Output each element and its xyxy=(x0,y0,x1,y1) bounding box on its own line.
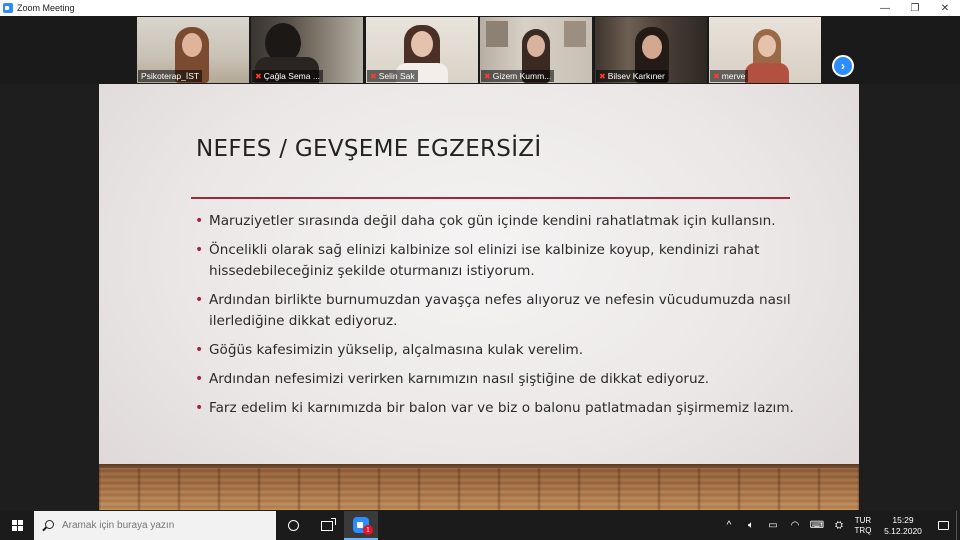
windows-logo-icon xyxy=(11,520,23,531)
participant-shirt xyxy=(745,63,789,83)
bullet-icon: • xyxy=(195,242,204,258)
task-view-button[interactable] xyxy=(310,511,344,540)
search-icon xyxy=(42,519,54,532)
slide-bullet: • Maruziyetler sırasında değil daha çok g… xyxy=(195,211,795,232)
participant-name-label: ✖ Çağla Sema ... xyxy=(252,70,323,82)
keyboard-layout-code: TRQ xyxy=(854,525,872,535)
participant-tile[interactable]: ✖ Bilsev Karkıner xyxy=(595,17,707,83)
bullet-icon: • xyxy=(195,213,204,229)
slide-bullet-list: • Maruziyetler sırasında değil daha çok g… xyxy=(195,211,795,427)
taskbar-search[interactable] xyxy=(34,511,276,540)
window-title-bar: Zoom Meeting — ❐ ✕ xyxy=(0,0,960,16)
participant-name-label: ✖ Bilsev Karkıner xyxy=(596,70,668,82)
mic-muted-icon: ✖ xyxy=(713,71,720,81)
keyboard-icon[interactable]: ⌨︎ xyxy=(806,511,828,540)
system-tray: ^ 🔈︎ ▭ ◠ ⌨︎ ⛭︎ TUR TRQ 15:29 5.12.2020 xyxy=(718,511,960,540)
participant-name-label: Psikoterap_İST xyxy=(138,70,203,82)
slide-bullet: • Göğüs kafesimizin yükselip, alçalmasına… xyxy=(195,340,795,361)
participant-name-label: ✖ Selin Sak xyxy=(367,70,418,82)
participant-tile[interactable]: ✖ Gizem Kumm... xyxy=(480,17,592,83)
window-controls: — ❐ ✕ xyxy=(870,0,960,16)
chevron-up-icon: ^ xyxy=(726,520,732,531)
taskbar-search-input[interactable] xyxy=(62,520,262,531)
slide-bullet: • Ardından nefesimizi verirken karnımızın… xyxy=(195,369,795,390)
slide-title: NEFES / GEVŞEME EGZERSİZİ xyxy=(196,136,542,162)
shared-screen: NEFES / GEVŞEME EGZERSİZİ • Maruziyetler … xyxy=(0,84,960,510)
action-center-button[interactable] xyxy=(930,521,956,530)
windows-taskbar: 1 ^ 🔈︎ ▭ ◠ ⌨︎ ⛭︎ TUR TRQ 15:29 5.12.2020 xyxy=(0,511,960,540)
start-button[interactable] xyxy=(0,511,34,540)
tray-overflow-button[interactable]: ^ xyxy=(718,511,740,540)
participant-face xyxy=(527,35,545,57)
participant-face xyxy=(182,33,202,57)
people-icon[interactable]: ⛭︎ xyxy=(828,511,850,540)
participant-name-label: ✖ Gizem Kumm... xyxy=(481,70,555,82)
task-view-icon xyxy=(321,517,336,531)
mic-muted-icon: ✖ xyxy=(255,71,262,81)
close-button[interactable]: ✕ xyxy=(930,0,960,16)
notification-icon xyxy=(937,521,949,530)
chevron-right-icon: › xyxy=(841,59,845,73)
zoom-taskbar-button[interactable]: 1 xyxy=(344,511,378,540)
participant-face xyxy=(411,31,433,57)
next-participants-button[interactable]: › xyxy=(832,55,854,77)
clock-time: 15:29 xyxy=(892,514,914,525)
wifi-icon[interactable]: ◠ xyxy=(784,511,806,540)
cortana-button[interactable] xyxy=(276,511,310,540)
restore-button[interactable]: ❐ xyxy=(900,0,930,16)
taskbar-clock[interactable]: 15:29 5.12.2020 xyxy=(876,515,930,537)
language-code: TUR xyxy=(854,515,872,525)
mic-muted-icon: ✖ xyxy=(599,71,606,81)
battery-icon[interactable]: ▭ xyxy=(762,511,784,540)
notification-badge: 1 xyxy=(363,525,373,535)
slide-title-divider xyxy=(191,197,790,199)
mic-muted-icon: ✖ xyxy=(370,71,377,81)
mic-muted-icon: ✖ xyxy=(484,71,491,81)
bullet-icon: • xyxy=(195,342,204,358)
background-shelf xyxy=(564,21,586,47)
presentation-slide: NEFES / GEVŞEME EGZERSİZİ • Maruziyetler … xyxy=(99,84,859,510)
participant-tile[interactable]: Psikoterap_İST xyxy=(137,17,249,83)
zoom-app-icon xyxy=(3,3,13,13)
minimize-button[interactable]: — xyxy=(870,0,900,16)
bullet-icon: • xyxy=(195,292,204,308)
window-title: Zoom Meeting xyxy=(17,3,75,13)
clock-date: 5.12.2020 xyxy=(884,525,922,536)
show-desktop-button[interactable] xyxy=(956,511,960,540)
slide-bullet: • Ardından birlikte burnumuzdan yavaşça n… xyxy=(195,292,791,329)
participant-tile[interactable]: ✖ merve xyxy=(709,17,821,83)
participant-name-label: ✖ merve xyxy=(710,70,749,82)
input-language-indicator[interactable]: TUR TRQ xyxy=(850,516,876,536)
participant-tile[interactable]: ✖ Selin Sak xyxy=(366,17,478,83)
participant-face xyxy=(758,35,776,57)
bullet-icon: • xyxy=(195,371,204,387)
volume-icon[interactable]: 🔈︎ xyxy=(740,511,762,540)
participant-tile[interactable]: ✖ Çağla Sema ... xyxy=(251,17,363,83)
background-shelf xyxy=(486,21,508,47)
slide-bullet: • Farz edelim ki karnımızda bir balon var… xyxy=(195,398,795,419)
video-strip: Psikoterap_İST ✖ Çağla Sema ... ✖ Selin Sa… xyxy=(0,16,960,84)
slide-wood-floor-decoration xyxy=(99,464,859,510)
slide-bullet: • Öncelikli olarak sağ elinizi kalbinize … xyxy=(195,242,760,279)
participant-face xyxy=(642,35,662,59)
bullet-icon: • xyxy=(195,400,204,416)
cortana-circle-icon xyxy=(287,520,299,531)
